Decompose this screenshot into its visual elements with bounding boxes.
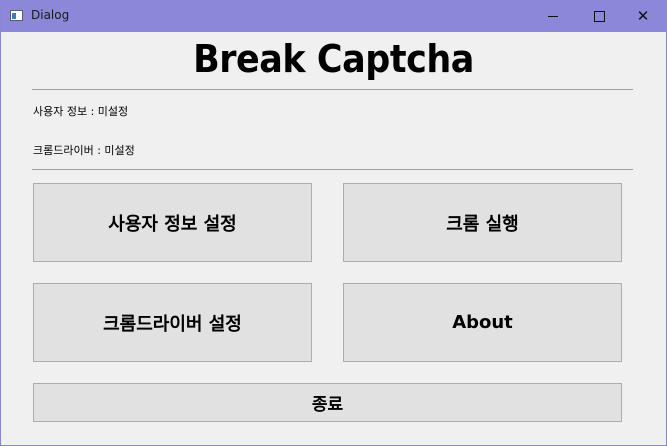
minimize-button[interactable]	[530, 1, 576, 32]
maximize-button[interactable]	[576, 1, 622, 32]
chrome-driver-status: 크롬드라이버 : 미설정	[33, 144, 135, 157]
user-settings-button[interactable]: 사용자 정보 설정	[33, 183, 312, 262]
minimize-icon	[548, 16, 558, 17]
close-button[interactable]: ✕	[620, 1, 666, 32]
dialog-window: Dialog ✕ Break Captcha 사용자 정보 : 미설정 크롬드라…	[0, 0, 667, 446]
title-bar[interactable]: Dialog ✕	[1, 1, 666, 32]
run-chrome-button[interactable]: 크롬 실행	[343, 183, 622, 262]
window-title: Dialog	[31, 8, 70, 22]
bottom-divider	[32, 169, 633, 170]
driver-settings-button[interactable]: 크롬드라이버 설정	[33, 283, 312, 362]
maximize-icon	[593, 11, 605, 22]
app-icon	[10, 10, 23, 21]
top-divider	[32, 89, 633, 90]
exit-button[interactable]: 종료	[33, 383, 622, 422]
user-info-status: 사용자 정보 : 미설정	[33, 105, 129, 118]
about-button[interactable]: About	[343, 283, 622, 362]
close-icon: ✕	[636, 7, 650, 25]
page-title: Break Captcha	[193, 37, 474, 81]
